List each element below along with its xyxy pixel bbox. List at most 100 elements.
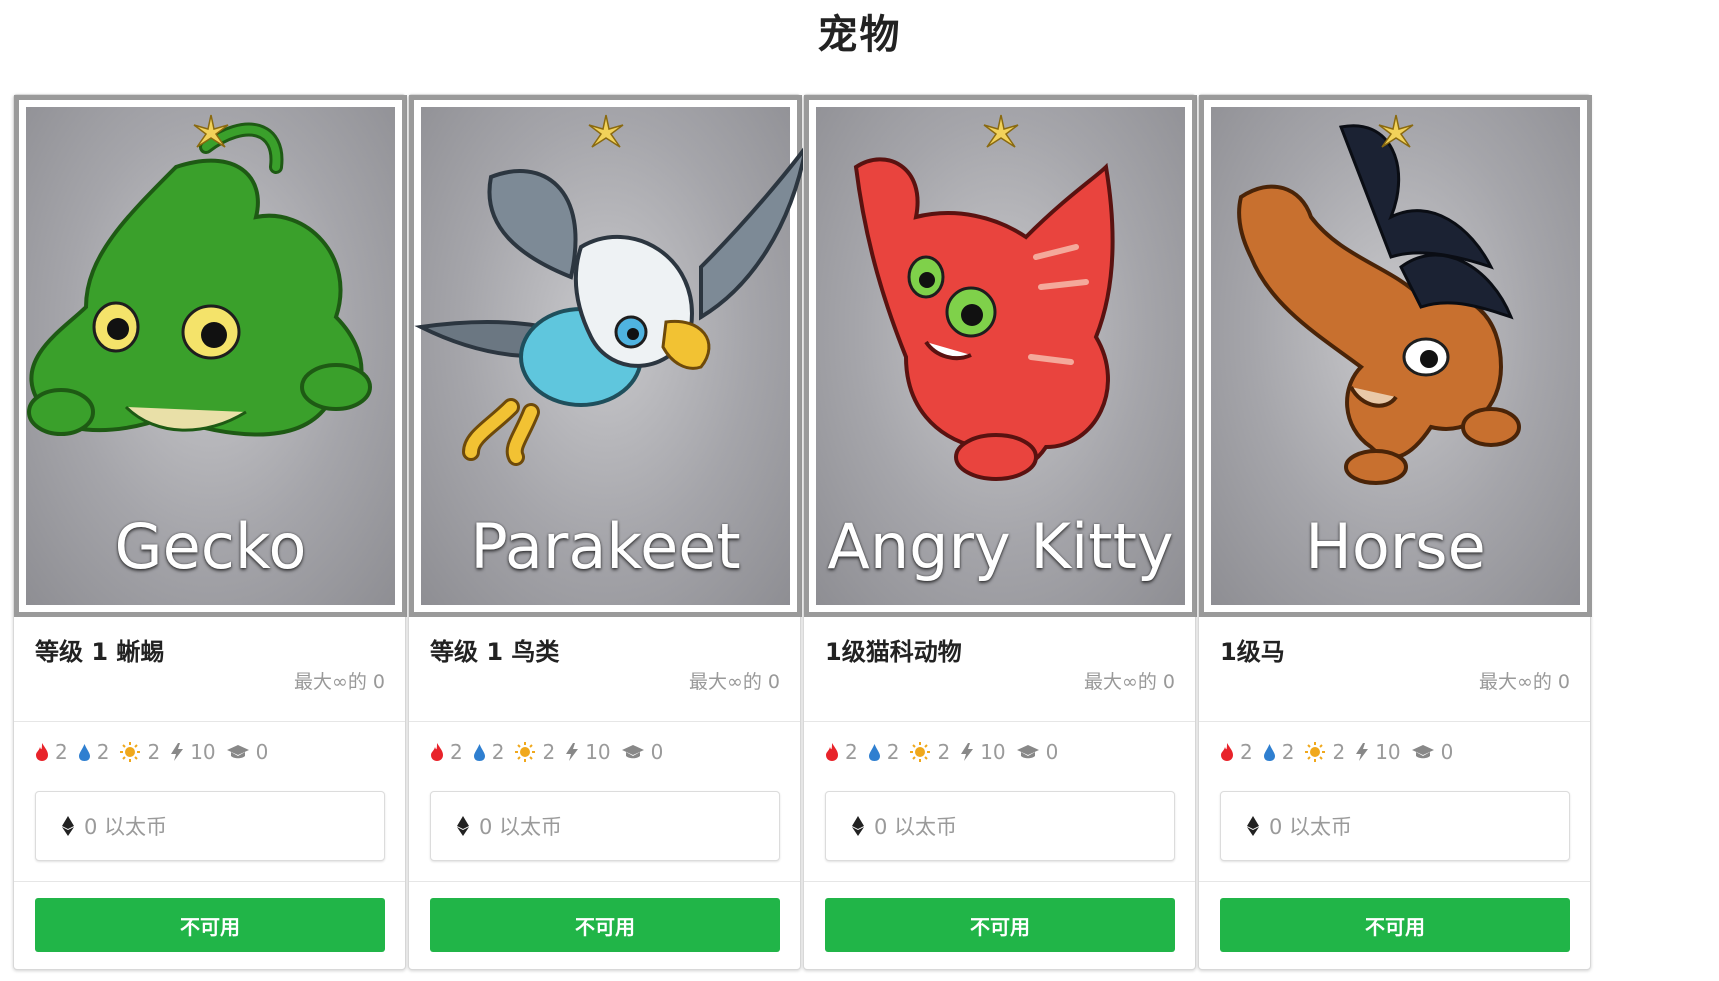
card-image[interactable]: Parakeet [409,95,808,617]
price-value: 0 以太币 [84,815,168,839]
water-stat: 2 [78,740,110,764]
graduation-cap-icon [1016,745,1039,759]
card-title: 1级马 [1220,638,1285,666]
price-field[interactable]: 0 以太币 [1220,791,1570,861]
energy-value: 10 [1375,740,1401,764]
pet-card-angry-kitty[interactable]: Angry Kitty 1级猫科动物 最大∞的 0 2 2 2 10 0 0 以… [803,94,1197,970]
pet-card-gecko[interactable]: Gecko 等级 1 蜥蜴 最大∞的 0 2 2 2 10 0 0 以太币 不可… [13,94,407,970]
card-supply: 最大∞的 0 [689,671,780,693]
divider [409,721,800,722]
energy-stat: 10 [170,740,216,764]
stats-row: 2 2 2 10 0 [430,737,673,767]
fire-stat: 2 [825,740,858,764]
sun-stat: 2 [119,740,160,764]
water-stat: 2 [868,740,900,764]
energy-stat: 10 [565,740,611,764]
sun-stat: 2 [1304,740,1345,764]
unavailable-button[interactable]: 不可用 [35,898,385,952]
unavailable-button[interactable]: 不可用 [1220,898,1570,952]
creature-name: Angry Kitty [827,510,1174,583]
creature-name: Parakeet [470,510,741,583]
education-stat: 0 [1411,740,1453,764]
education-value: 0 [1045,740,1059,764]
water-drop-icon [473,743,485,761]
water-drop-icon [78,743,90,761]
card-image[interactable]: Horse [1199,95,1592,617]
sun-icon [515,742,536,762]
energy-value: 10 [980,740,1006,764]
unavailable-button[interactable]: 不可用 [430,898,780,952]
sun-stat: 2 [909,740,950,764]
divider [1199,721,1590,722]
stats-row: 2 2 2 10 0 [1220,737,1463,767]
sun-value: 2 [1332,740,1346,764]
energy-value: 10 [190,740,216,764]
stats-row: 2 2 2 10 0 [825,737,1068,767]
divider [14,881,405,882]
lightning-icon [566,743,579,761]
fire-value: 2 [55,740,68,764]
education-stat: 0 [621,740,663,764]
pet-card-parakeet[interactable]: Parakeet 等级 1 鸟类 最大∞的 0 2 2 2 10 0 0 以太币… [408,94,808,970]
sun-icon [910,742,931,762]
fire-stat: 2 [1220,740,1253,764]
ethereum-icon [1247,816,1259,836]
star-icon [1378,114,1413,148]
energy-stat: 10 [1355,740,1401,764]
sun-value: 2 [542,740,556,764]
fire-value: 2 [450,740,463,764]
fire-icon [431,743,443,761]
card-title: 等级 1 蜥蜴 [35,638,165,666]
stats-row: 2 2 2 10 0 [35,737,278,767]
price-field[interactable]: 0 以太币 [430,791,780,861]
energy-value: 10 [585,740,611,764]
fire-value: 2 [1240,740,1253,764]
lightning-icon [961,743,974,761]
fire-stat: 2 [35,740,68,764]
sun-value: 2 [147,740,161,764]
water-value: 2 [96,740,110,764]
sun-icon [1305,742,1326,762]
sun-icon [120,742,141,762]
price-field[interactable]: 0 以太币 [35,791,385,861]
card-supply: 最大∞的 0 [294,671,385,693]
fire-stat: 2 [430,740,463,764]
energy-stat: 10 [960,740,1006,764]
price-value: 0 以太币 [479,815,563,839]
fire-icon [826,743,838,761]
star-icon [983,114,1018,148]
graduation-cap-icon [226,745,249,759]
graduation-cap-icon [621,745,644,759]
card-image[interactable]: Gecko [14,95,407,617]
star-icon [588,114,623,148]
card-title: 等级 1 鸟类 [430,638,560,666]
lightning-icon [171,743,184,761]
fire-icon [36,743,48,761]
card-supply: 最大∞的 0 [1084,671,1175,693]
creature-name: Horse [1305,510,1486,583]
education-stat: 0 [226,740,269,764]
fire-icon [1221,743,1233,761]
fire-value: 2 [845,740,858,764]
water-stat: 2 [473,740,505,764]
price-value: 0 以太币 [874,815,958,839]
water-drop-icon [868,743,880,761]
sun-stat: 2 [514,740,555,764]
price-value: 0 以太币 [1269,815,1353,839]
divider [804,721,1195,722]
pet-card-horse[interactable]: Horse 1级马 最大∞的 0 2 2 2 10 0 0 以太币 不可用 [1198,94,1592,970]
card-image[interactable]: Angry Kitty [804,95,1197,617]
water-drop-icon [1263,743,1275,761]
water-stat: 2 [1263,740,1295,764]
star-icon [193,114,228,148]
unavailable-button[interactable]: 不可用 [825,898,1175,952]
education-value: 0 [255,740,269,764]
divider [14,721,405,722]
water-value: 2 [491,740,505,764]
creature-name: Gecko [114,510,307,583]
water-value: 2 [1281,740,1295,764]
water-value: 2 [886,740,900,764]
price-field[interactable]: 0 以太币 [825,791,1175,861]
ethereum-icon [457,816,469,836]
lightning-icon [1356,743,1369,761]
